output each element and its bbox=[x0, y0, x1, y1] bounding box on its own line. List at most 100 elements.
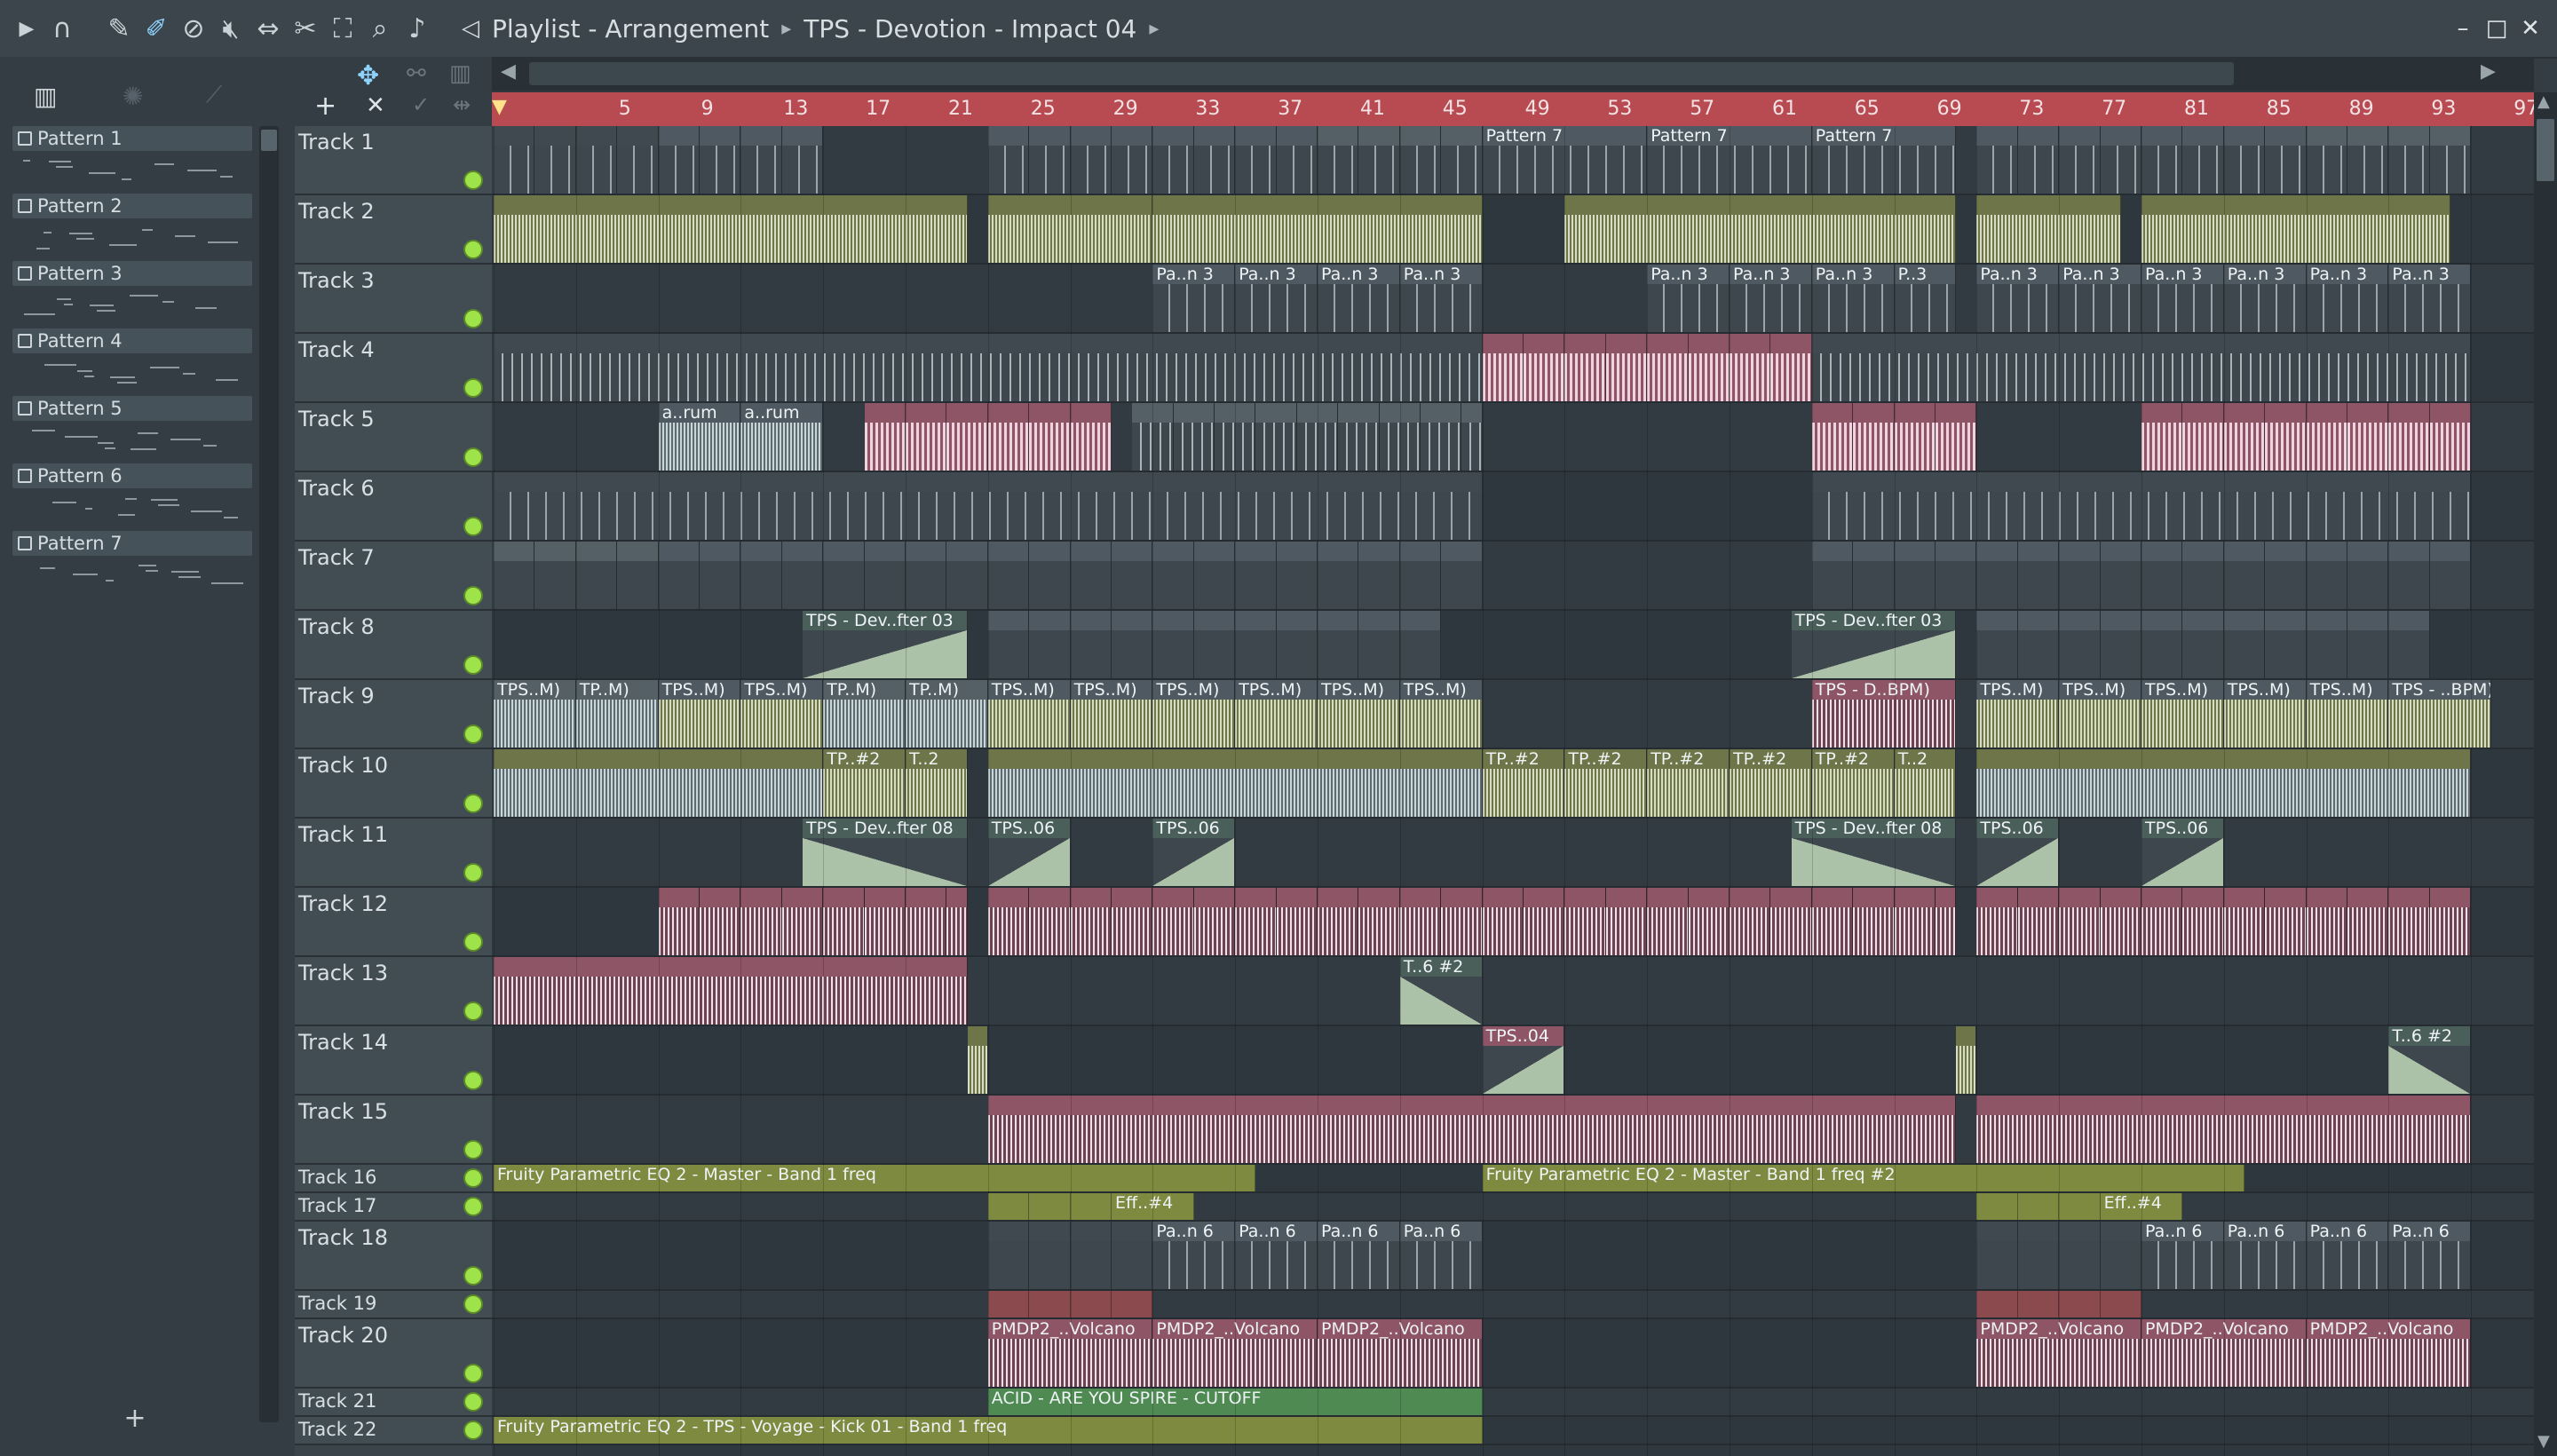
clip[interactable] bbox=[2306, 611, 2347, 678]
clip[interactable] bbox=[1152, 888, 1194, 955]
clip[interactable] bbox=[1647, 334, 1689, 401]
clip[interactable] bbox=[1936, 403, 1977, 471]
clip[interactable] bbox=[987, 403, 1030, 471]
clip[interactable]: T..6 #2 bbox=[1399, 957, 1483, 1025]
clip[interactable] bbox=[946, 888, 968, 955]
clip[interactable] bbox=[1730, 888, 1771, 955]
clip[interactable] bbox=[987, 1096, 1957, 1163]
track-header[interactable]: Track 12 bbox=[295, 888, 492, 957]
clip[interactable] bbox=[2100, 542, 2141, 609]
track-lane[interactable] bbox=[492, 542, 2534, 611]
clip[interactable] bbox=[1976, 1291, 2018, 1318]
clip[interactable] bbox=[2223, 126, 2266, 194]
pattern-item[interactable]: Pattern 2 bbox=[12, 194, 266, 261]
clip[interactable] bbox=[2223, 888, 2266, 955]
track-header[interactable]: Track 21 bbox=[295, 1389, 492, 1417]
track-header[interactable]: Track 15 bbox=[295, 1096, 492, 1165]
clip[interactable] bbox=[1276, 542, 1318, 609]
track-enable-led[interactable] bbox=[465, 241, 481, 257]
clip[interactable] bbox=[2265, 126, 2307, 194]
pattern-item[interactable]: Pattern 1 bbox=[12, 126, 266, 194]
track-header[interactable]: Track 6 bbox=[295, 472, 492, 542]
track-enable-led[interactable] bbox=[465, 380, 481, 396]
track-enable-led[interactable] bbox=[465, 934, 481, 950]
clip[interactable] bbox=[2347, 126, 2389, 194]
clip[interactable] bbox=[2059, 1193, 2101, 1220]
clip[interactable] bbox=[967, 1026, 988, 1094]
clip[interactable] bbox=[534, 126, 576, 194]
track-lane[interactable]: Fruity Parametric EQ 2 - TPS - Voyage - … bbox=[492, 1417, 2534, 1445]
pattern-header[interactable]: Pattern 7 bbox=[12, 531, 252, 556]
clip[interactable]: Fruity Parametric EQ 2 - Master - Band 1… bbox=[494, 1165, 1256, 1191]
track-header[interactable]: Track 11 bbox=[295, 819, 492, 888]
clip[interactable]: T..2 bbox=[906, 749, 968, 817]
clip[interactable] bbox=[1956, 1026, 1977, 1094]
pattern-item[interactable]: Pattern 5 bbox=[12, 396, 266, 463]
clip[interactable] bbox=[1811, 888, 1854, 955]
clip[interactable]: Pa..n 6 bbox=[1235, 1222, 1318, 1289]
track-enable-led[interactable] bbox=[465, 1296, 481, 1312]
vertical-scrollbar[interactable]: ▲ ▼ bbox=[2534, 92, 2557, 1456]
clip[interactable] bbox=[1399, 611, 1442, 678]
clip[interactable] bbox=[2141, 542, 2183, 609]
track-header[interactable]: Track 1 bbox=[295, 126, 492, 195]
magnet-icon[interactable]: ∩ bbox=[44, 11, 80, 46]
clip[interactable] bbox=[1358, 542, 1400, 609]
track-enable-led[interactable] bbox=[465, 726, 481, 742]
clip[interactable] bbox=[1112, 1291, 1153, 1318]
clip[interactable] bbox=[494, 542, 535, 609]
track-enable-led[interactable] bbox=[465, 1170, 481, 1186]
clip[interactable]: TP..#2 bbox=[1564, 749, 1648, 817]
clip[interactable] bbox=[1152, 126, 1194, 194]
clip[interactable] bbox=[2100, 1291, 2141, 1318]
clip[interactable] bbox=[1564, 334, 1606, 401]
clip[interactable] bbox=[1070, 126, 1112, 194]
clip[interactable] bbox=[2429, 403, 2472, 471]
clip[interactable] bbox=[1276, 126, 1318, 194]
clip[interactable] bbox=[1276, 611, 1318, 678]
clip[interactable] bbox=[2388, 542, 2430, 609]
clip[interactable] bbox=[700, 888, 741, 955]
clip[interactable] bbox=[1235, 126, 1277, 194]
pattern-item[interactable]: Pattern 6 bbox=[12, 463, 266, 531]
track-header[interactable]: Track 18 bbox=[295, 1222, 492, 1291]
clip[interactable] bbox=[1152, 542, 1194, 609]
clip[interactable] bbox=[2059, 1222, 2101, 1289]
clip[interactable] bbox=[1524, 334, 1565, 401]
clip[interactable] bbox=[1894, 888, 1936, 955]
clip[interactable] bbox=[2388, 888, 2430, 955]
clip[interactable] bbox=[1070, 888, 1112, 955]
clip[interactable] bbox=[2059, 126, 2101, 194]
clip[interactable] bbox=[2182, 888, 2224, 955]
clip[interactable] bbox=[1029, 1222, 1071, 1289]
clip[interactable] bbox=[2223, 542, 2266, 609]
clip[interactable] bbox=[1976, 888, 2018, 955]
track-enable-led[interactable] bbox=[465, 795, 481, 811]
clip[interactable] bbox=[575, 126, 618, 194]
track-header[interactable]: Track 7 bbox=[295, 542, 492, 611]
clip[interactable] bbox=[2100, 611, 2141, 678]
clip[interactable] bbox=[1853, 888, 1895, 955]
clip[interactable]: TPS..06 bbox=[1152, 819, 1236, 886]
track-header[interactable]: Track 9 bbox=[295, 680, 492, 749]
pattern-header[interactable]: Pattern 2 bbox=[12, 194, 252, 218]
track-lane[interactable]: T..6 #2 bbox=[492, 957, 2534, 1026]
clip[interactable] bbox=[1358, 611, 1400, 678]
maximize-button[interactable]: □ bbox=[2481, 12, 2513, 44]
clip[interactable] bbox=[1276, 888, 1318, 955]
clip[interactable] bbox=[946, 542, 988, 609]
clip[interactable] bbox=[2141, 126, 2183, 194]
clip[interactable] bbox=[781, 126, 824, 194]
clip[interactable] bbox=[1235, 611, 1277, 678]
overview-scrollbar[interactable]: ◀ ▶ bbox=[492, 57, 2534, 91]
track-enable-led[interactable] bbox=[465, 1394, 481, 1410]
clip[interactable] bbox=[1688, 334, 1730, 401]
delete-icon[interactable]: ⊘ bbox=[176, 11, 211, 46]
clip[interactable] bbox=[823, 888, 865, 955]
clip[interactable] bbox=[987, 1193, 1030, 1220]
clip[interactable] bbox=[987, 611, 1030, 678]
select-icon[interactable]: ⛶ bbox=[325, 11, 360, 46]
playhead-marker-icon[interactable]: ▼ bbox=[492, 96, 507, 118]
clip[interactable]: TP..#2 bbox=[1647, 749, 1730, 817]
clip[interactable] bbox=[2223, 403, 2266, 471]
